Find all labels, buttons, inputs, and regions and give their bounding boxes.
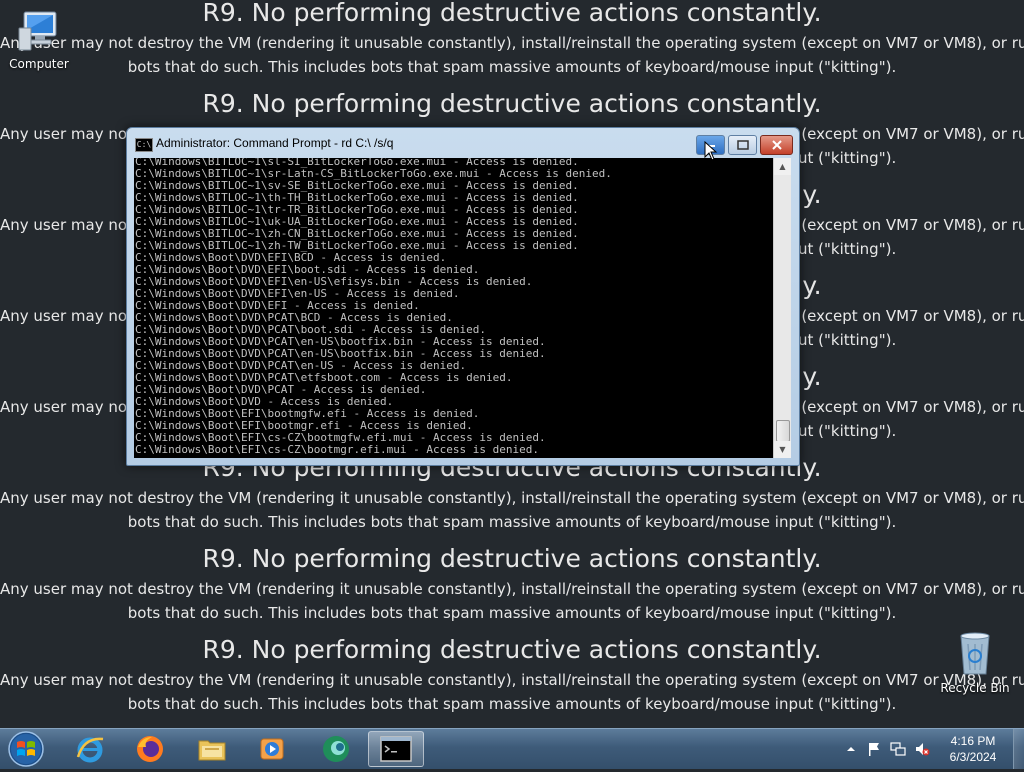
internet-explorer-icon [76,737,104,763]
taskbar: 4:16 PM 6/3/2024 [0,728,1024,769]
show-desktop-button[interactable] [1013,729,1024,769]
taskbar-command-prompt[interactable] [368,731,424,767]
desktop-icon-computer[interactable]: Computer [1,8,77,71]
rule-text-line: Any user may not destroy the VM (renderi… [0,489,1024,507]
system-clock[interactable]: 4:16 PM 6/3/2024 [940,733,1006,765]
rule-text-line: Any user may not destroy the VM (renderi… [0,671,1024,689]
command-prompt-icon [380,736,412,762]
scroll-up-button[interactable]: ▲ [774,158,791,175]
rule-text-line: bots that do such. This includes bots th… [127,513,897,531]
rule-block: R9. No performing destructive actions co… [0,544,1024,625]
browser-icon [323,736,349,762]
clock-date: 6/3/2024 [949,750,997,764]
console-output-area[interactable]: C:\Windows\BITLOC~1\sl-SI_BitLockerToGo.… [134,158,791,458]
firefox-icon [137,736,163,762]
windows-start-icon [8,731,44,767]
file-explorer-icon [198,740,226,761]
computer-icon [18,11,57,51]
recycle-bin-icon [960,632,990,675]
taskbar-firefox[interactable] [122,731,178,767]
taskbar-browser[interactable] [308,731,364,767]
rule-block: R9. No performing destructive actions co… [0,635,1024,716]
action-center-flag-icon[interactable] [866,741,882,757]
maximize-button[interactable] [728,135,757,155]
command-prompt-window[interactable]: C:\ Administrator: Command Prompt - rd C… [126,127,800,466]
close-button[interactable] [760,135,793,155]
maximize-icon [736,140,749,150]
start-button[interactable] [6,730,46,768]
taskbar-media-player[interactable] [244,731,300,767]
clock-time: 4:16 PM [950,734,996,748]
rule-title: R9. No performing destructive actions co… [202,635,822,664]
rule-text-line: Any user may not destroy the VM (renderi… [0,34,1024,52]
rule-block: R9. No performing destructive actions co… [0,0,1024,79]
desktop-icon-label: Recycle Bin [940,681,1010,695]
rule-text-line: bots that do such. This includes bots th… [127,58,897,76]
console-line: C:\Windows\Boot\EFI\cs-CZ\bootmgr.efi.mu… [135,443,539,456]
vertical-scrollbar[interactable]: ▲ ▼ [773,158,791,458]
mouse-cursor-icon [704,141,718,161]
window-title: Administrator: Command Prompt - rd C:\ /… [156,136,394,150]
scroll-down-button[interactable]: ▼ [774,441,791,458]
volume-muted-icon[interactable] [914,741,930,757]
rule-title: R9. No performing destructive actions co… [202,0,822,27]
command-prompt-icon: C:\ [135,138,153,152]
window-titlebar[interactable]: C:\ Administrator: Command Prompt - rd C… [127,128,799,158]
scroll-thumb[interactable] [776,420,790,442]
network-icon[interactable] [890,741,906,757]
desktop-icon-label: Computer [9,57,69,71]
rule-text-line: bots that do such. This includes bots th… [127,604,897,622]
media-player-icon [260,738,284,760]
rule-title: R9. No performing destructive actions co… [202,544,822,573]
taskbar-internet-explorer[interactable] [62,731,118,767]
close-icon [771,140,782,150]
rule-title: R9. No performing destructive actions co… [202,89,822,118]
show-hidden-icons-icon[interactable] [846,744,856,754]
desktop-icon-recycle-bin[interactable]: Recycle Bin [937,630,1013,695]
rule-text-line: Any user may not destroy the VM (renderi… [0,580,1024,598]
taskbar-file-explorer[interactable] [184,731,240,767]
console-output: C:\Windows\BITLOC~1\sl-SI_BitLockerToGo.… [135,158,612,456]
rule-text-line: bots that do such. This includes bots th… [127,695,897,713]
